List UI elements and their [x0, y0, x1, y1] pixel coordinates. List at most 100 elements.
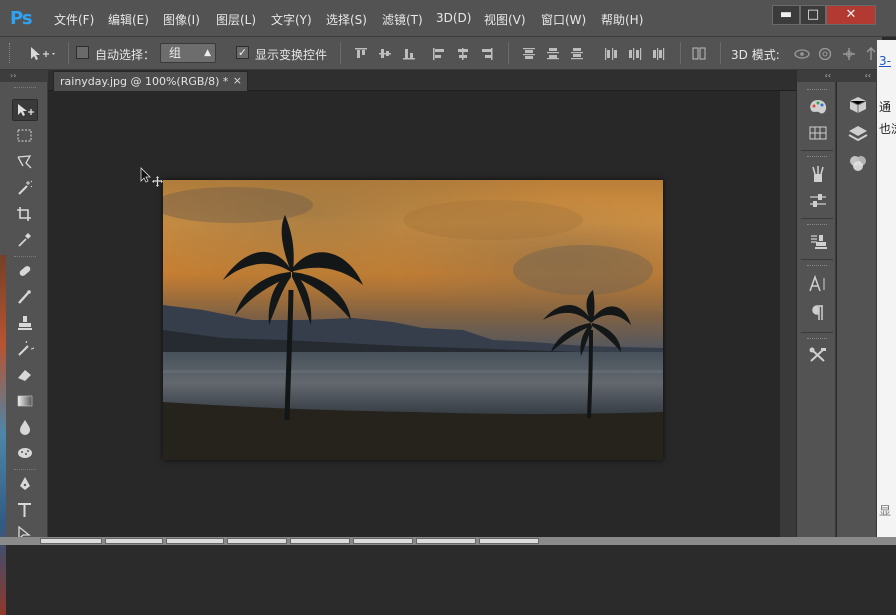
paragraph-icon[interactable]: [808, 304, 828, 322]
align-vertical-centers-icon[interactable]: [378, 47, 392, 60]
minimize-button[interactable]: ▬: [772, 5, 800, 25]
document-canvas[interactable]: [48, 91, 780, 545]
blur-tool[interactable]: [12, 416, 38, 438]
clone-source-icon[interactable]: [808, 233, 828, 251]
type-icon: [18, 503, 31, 517]
clone-stamp-tool[interactable]: [12, 312, 38, 334]
collapse-panels-icon[interactable]: ‹‹: [797, 70, 837, 82]
menu-type[interactable]: 文字(Y): [271, 11, 312, 28]
options-bar-grip[interactable]: [9, 43, 12, 63]
align-horizontal-centers-icon[interactable]: [456, 47, 470, 60]
distribute-bottom-edges-icon[interactable]: [570, 47, 584, 60]
options-separator: [68, 42, 69, 64]
panel-group-grip[interactable]: [807, 265, 827, 268]
document-image[interactable]: [163, 180, 663, 460]
swatches-grid-icon[interactable]: [808, 124, 828, 142]
menu-filter[interactable]: 滤镜(T): [382, 11, 423, 28]
menu-layer[interactable]: 图层(L): [216, 11, 256, 28]
rectangular-marquee-tool[interactable]: [12, 125, 38, 147]
channels-icon[interactable]: [848, 154, 868, 172]
history-brush-tool[interactable]: [12, 338, 38, 360]
align-right-edges-icon[interactable]: [480, 47, 494, 60]
auto-align-layers-icon[interactable]: [692, 47, 706, 60]
tools-preset-icon[interactable]: [808, 346, 828, 364]
move-tool[interactable]: [12, 99, 38, 121]
distribute-horizontal-centers-icon[interactable]: [628, 47, 642, 60]
close-window-button[interactable]: ✕: [826, 5, 876, 25]
taskbar-thumbnail[interactable]: [166, 538, 224, 544]
distribute-top-edges-icon[interactable]: [522, 47, 536, 60]
canvas-vertical-scrollbar[interactable]: [780, 91, 796, 545]
photoshop-logo: Ps: [10, 8, 33, 29]
tool-preset-picker[interactable]: [29, 45, 57, 63]
collapse-panels-icon[interactable]: ‹‹: [837, 70, 877, 82]
menu-bar: Ps 文件(F) 编辑(E) 图像(I) 图层(L) 文字(Y) 选择(S) 滤…: [0, 0, 896, 37]
type-tool[interactable]: [12, 499, 38, 521]
menu-window[interactable]: 窗口(W): [541, 11, 586, 28]
distribute-left-edges-icon[interactable]: [604, 47, 618, 60]
spot-healing-brush-tool[interactable]: [12, 260, 38, 282]
layers-icon[interactable]: [848, 125, 868, 143]
panel-divider: [801, 218, 833, 219]
menu-file[interactable]: 文件(F): [54, 11, 94, 28]
color-palette-icon[interactable]: [808, 98, 828, 116]
menu-image[interactable]: 图像(I): [163, 11, 200, 28]
auto-select-target-dropdown[interactable]: 组 ▲: [160, 43, 216, 63]
distribute-vertical-centers-icon[interactable]: [546, 47, 560, 60]
pen-icon: [20, 477, 30, 490]
eraser-tool[interactable]: [12, 364, 38, 386]
dodge-tool[interactable]: [12, 442, 38, 464]
align-top-edges-icon[interactable]: [354, 47, 368, 60]
taskbar-thumbnail[interactable]: [105, 538, 163, 544]
eyedropper-tool[interactable]: [12, 229, 38, 251]
3d-rotate-icon[interactable]: [793, 47, 811, 60]
close-document-icon[interactable]: ×: [233, 74, 242, 87]
lasso-tool[interactable]: [12, 151, 38, 173]
taskbar-thumbnail[interactable]: [416, 538, 476, 544]
eyedropper-icon: [18, 233, 31, 247]
tools-panel-grip[interactable]: [14, 87, 36, 88]
pen-tool[interactable]: [12, 473, 38, 495]
3d-roll-icon[interactable]: [817, 47, 833, 60]
panel-group-grip[interactable]: [807, 89, 827, 92]
3d-mode-label: 3D 模式:: [731, 48, 780, 62]
3d-cube-icon[interactable]: [848, 96, 868, 114]
align-left-edges-icon[interactable]: [432, 47, 446, 60]
auto-select-checkbox[interactable]: [76, 46, 89, 59]
distribute-right-edges-icon[interactable]: [652, 47, 666, 60]
menu-select[interactable]: 选择(S): [326, 11, 367, 28]
tools-panel: ››: [0, 70, 48, 615]
panel-group-grip[interactable]: [807, 156, 827, 159]
taskbar-thumbnail[interactable]: [290, 538, 350, 544]
maximize-button[interactable]: □: [800, 5, 826, 25]
taskbar-thumbnail[interactable]: [227, 538, 287, 544]
document-tab[interactable]: rainyday.jpg @ 100%(RGB/8) * ×: [53, 71, 248, 91]
auto-select-label: 自动选择：: [95, 48, 156, 62]
tools-panel-collapse-icon[interactable]: ››: [0, 70, 48, 82]
show-transform-label: 显示变换控件: [255, 48, 328, 62]
align-bottom-edges-icon[interactable]: [402, 47, 416, 60]
brush-tool[interactable]: [12, 286, 38, 308]
taskbar-thumbnail[interactable]: [353, 538, 413, 544]
tools-separator: [14, 256, 36, 257]
panel-group-grip[interactable]: [807, 224, 827, 227]
adjustments-sliders-icon[interactable]: [808, 192, 828, 210]
background-link-text[interactable]: 3-: [879, 54, 891, 68]
show-transform-checkbox[interactable]: ✓: [236, 46, 249, 59]
panel-group-grip[interactable]: [807, 338, 827, 341]
taskbar-thumbnail[interactable]: [40, 538, 102, 544]
crop-tool[interactable]: [12, 203, 38, 225]
menu-edit[interactable]: 编辑(E): [108, 11, 149, 28]
taskbar-thumbnail[interactable]: [479, 538, 539, 544]
brush-presets-icon[interactable]: [808, 165, 828, 183]
menu-3d[interactable]: 3D(D): [436, 11, 471, 25]
3d-slide-icon[interactable]: [864, 47, 878, 60]
character-icon[interactable]: [808, 275, 828, 293]
3d-pan-icon[interactable]: [841, 47, 857, 60]
history-brush-icon: [18, 341, 34, 356]
gradient-tool[interactable]: [12, 390, 38, 412]
magic-wand-tool[interactable]: [12, 177, 38, 199]
background-text-line: 显: [879, 504, 892, 518]
menu-help[interactable]: 帮助(H): [601, 11, 643, 28]
menu-view[interactable]: 视图(V): [484, 11, 526, 28]
